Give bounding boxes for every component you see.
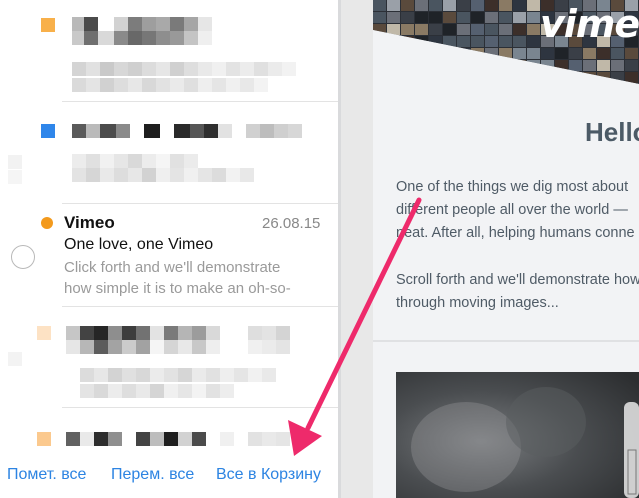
section-divider (373, 340, 639, 342)
collage-tile (429, 24, 442, 35)
mark-all-button[interactable]: Помет. все (7, 466, 86, 484)
text-line: One of the things we dig most about (396, 179, 629, 195)
message-subject: One love, one Vimeo (64, 236, 214, 253)
collage-tile (583, 60, 596, 71)
preview-line: how simple it is to make an oh-so- (64, 280, 291, 297)
collage-tile (471, 36, 484, 47)
vimeo-logo: vimeo (540, 2, 639, 46)
video-thumbnail[interactable] (396, 372, 639, 498)
text-line: different people all over the world — (396, 202, 628, 218)
collage-tile (555, 48, 568, 59)
text-line: Scroll forth and we'll demonstrate how (396, 272, 639, 288)
collage-tile (443, 0, 456, 11)
collage-tile (457, 24, 470, 35)
preview-line: Click forth and we'll demonstrate (64, 259, 281, 276)
unread-dot (41, 18, 55, 32)
text-line: through moving images... (396, 295, 559, 311)
collage-tile (527, 12, 540, 23)
unread-dot (37, 326, 51, 340)
collage-tile (471, 0, 484, 11)
collage-tile (401, 24, 414, 35)
collage-tile (513, 12, 526, 23)
collage-tile (597, 60, 610, 71)
collage-tile (583, 48, 596, 59)
collage-tile (415, 12, 428, 23)
collage-tile (527, 24, 540, 35)
row-divider (62, 407, 338, 408)
collage-tile (569, 60, 582, 71)
collage-tile (485, 12, 498, 23)
collage-tile (499, 12, 512, 23)
trash-all-button[interactable]: Все в Корзину (216, 466, 321, 484)
collage-tile (625, 48, 638, 59)
collage-tile (485, 36, 498, 47)
collage-tile (513, 48, 526, 59)
move-all-button[interactable]: Перем. все (111, 466, 194, 484)
collage-tile (471, 24, 484, 35)
collage-tile (541, 48, 554, 59)
collage-tile (429, 0, 442, 11)
collage-tile (387, 12, 400, 23)
message-sender: Vimeo (64, 213, 115, 232)
select-checkbox[interactable] (11, 245, 35, 269)
collage-tile (457, 12, 470, 23)
collage-tile (387, 0, 400, 11)
email-paragraph-2: Scroll forth and we'll demonstrate how t… (396, 269, 639, 315)
collage-tile (527, 0, 540, 11)
email-gutter (341, 0, 373, 498)
collage-tile (569, 48, 582, 59)
collage-tile (457, 0, 470, 11)
unread-dot (41, 124, 55, 138)
collage-tile (527, 48, 540, 59)
collage-tile (485, 24, 498, 35)
collage-tile (401, 12, 414, 23)
collage-tile (457, 36, 470, 47)
unread-dot (37, 432, 51, 446)
collage-tile (401, 0, 414, 11)
collage-tile (513, 0, 526, 11)
message-date: 26.08.15 (262, 215, 321, 232)
collage-tile (373, 12, 386, 23)
collage-tile (513, 24, 526, 35)
collage-tile (443, 24, 456, 35)
collage-tile (429, 12, 442, 23)
email-greeting: Hello (585, 117, 639, 147)
unread-dot (41, 217, 53, 229)
row-divider (62, 306, 338, 307)
collage-tile (415, 24, 428, 35)
message-list: Vimeo 26.08.15 One love, one Vimeo Click… (0, 0, 340, 498)
collage-tile (485, 0, 498, 11)
collage-tile (611, 60, 624, 71)
collage-tile (499, 36, 512, 47)
row-divider (62, 101, 338, 102)
collage-tile (499, 24, 512, 35)
collage-tile (611, 48, 624, 59)
collage-tile (625, 60, 638, 71)
collage-tile (373, 0, 386, 11)
collage-tile (499, 0, 512, 11)
text-line: neat. After all, helping humans conne (396, 225, 635, 241)
collage-tile (527, 36, 540, 47)
collage-tile (625, 72, 638, 83)
collage-tile (415, 0, 428, 11)
collage-tile (513, 36, 526, 47)
collage-tile (471, 12, 484, 23)
message-preview: Click forth and we'll demonstrate how si… (64, 257, 334, 299)
collage-tile (443, 12, 456, 23)
email-paragraph-1: One of the things we dig most about diff… (396, 176, 639, 245)
collage-tile (597, 48, 610, 59)
